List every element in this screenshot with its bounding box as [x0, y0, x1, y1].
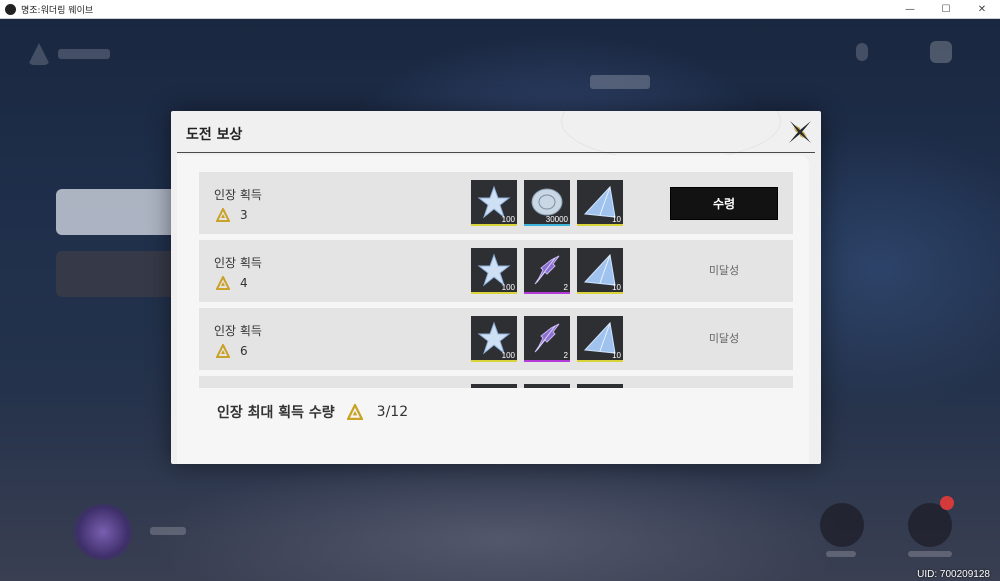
row-label: 인장 획득: [214, 256, 262, 270]
notification-dot: [940, 496, 954, 510]
reward-item[interactable]: 100: [471, 316, 517, 362]
window-controls: — ☐ ✕: [892, 0, 1000, 19]
reward-row: 인장 획득 6 100 2 10 미달성: [199, 308, 793, 370]
seal-triangle-icon: [216, 344, 230, 358]
seal-count: 3: [216, 208, 248, 222]
app-icon: [5, 3, 16, 15]
reward-items: [471, 384, 623, 388]
status-not-achieved: 미달성: [708, 332, 740, 345]
reward-item[interactable]: 100: [471, 180, 517, 226]
reward-item[interactable]: 10: [577, 248, 623, 294]
window-titlebar: 명조:워더링 웨이브 — ☐ ✕: [0, 0, 1000, 19]
window-title: 명조:워더링 웨이브: [21, 5, 94, 16]
help-icon: [856, 43, 868, 61]
row-label: 인장 획득: [214, 188, 262, 202]
reward-items: 100 2 10: [471, 248, 623, 294]
max-seal-value: 3/12: [376, 404, 409, 420]
blurred-shop-label: [826, 551, 856, 557]
reward-item[interactable]: 2: [524, 248, 570, 294]
blurred-side-button: [56, 189, 176, 235]
dialog-title: 도전 보상: [186, 127, 243, 143]
blurred-center-label: [590, 75, 650, 89]
seal-count: 4: [216, 276, 248, 290]
seal-triangle-icon: [346, 404, 363, 420]
max-seal-label: 인장 최대 획득 수량: [217, 405, 335, 421]
home-icon: [28, 43, 50, 65]
reward-item[interactable]: 2: [524, 316, 570, 362]
purple-orb-icon: [72, 504, 134, 560]
reward-row: 인장 획득 3 100 30000 10 수령: [199, 172, 793, 234]
minimize-button[interactable]: —: [892, 0, 928, 19]
shop-cart-icon: [820, 503, 864, 547]
reward-row-partial: [199, 376, 793, 388]
reward-item[interactable]: 10: [577, 316, 623, 362]
reward-item[interactable]: 10: [577, 180, 623, 226]
reward-list[interactable]: 인장 획득 3 100 30000 10 수령 인장 획득 4 100 2 10…: [199, 172, 793, 388]
status-not-achieved: 미달성: [708, 264, 740, 277]
claim-button[interactable]: 수령: [670, 187, 778, 220]
purple-feather-icon: [534, 323, 560, 353]
reward-item: [471, 384, 517, 388]
seal-triangle-icon: [216, 208, 230, 222]
row-label: 인장 획득: [214, 324, 262, 338]
reward-items: 100 2 10: [471, 316, 623, 362]
user-id-label: UID: 700209128: [917, 569, 990, 580]
reward-item[interactable]: 100: [471, 248, 517, 294]
seal-triangle-icon: [216, 276, 230, 290]
close-icon: [789, 121, 811, 143]
blurred-side-button: [56, 251, 176, 297]
blurred-top-label: [58, 49, 110, 59]
seal-count: 6: [216, 344, 248, 358]
close-window-button[interactable]: ✕: [964, 0, 1000, 19]
dialog-header: 도전 보상: [177, 111, 815, 153]
blurred-feather-label: [908, 551, 952, 557]
reward-items: 100 30000 10: [471, 180, 623, 226]
challenge-reward-dialog: 도전 보상 인장 획득 3 100 30000 10 수령 인장 획득 4 10…: [171, 111, 821, 464]
maximize-button[interactable]: ☐: [928, 0, 964, 19]
reward-item: [524, 384, 570, 388]
purple-feather-icon: [534, 255, 560, 285]
dialog-body: 인장 획득 3 100 30000 10 수령 인장 획득 4 100 2 10…: [177, 155, 809, 464]
reward-item[interactable]: 30000: [524, 180, 570, 226]
reward-item: [577, 384, 623, 388]
reward-row: 인장 획득 4 100 2 10 미달성: [199, 240, 793, 302]
blurred-orb-label: [150, 527, 186, 535]
max-seal-summary: 인장 최대 획득 수량 3/12: [217, 402, 408, 422]
background-close-icon: [930, 41, 952, 63]
dialog-close-button[interactable]: [785, 117, 815, 147]
